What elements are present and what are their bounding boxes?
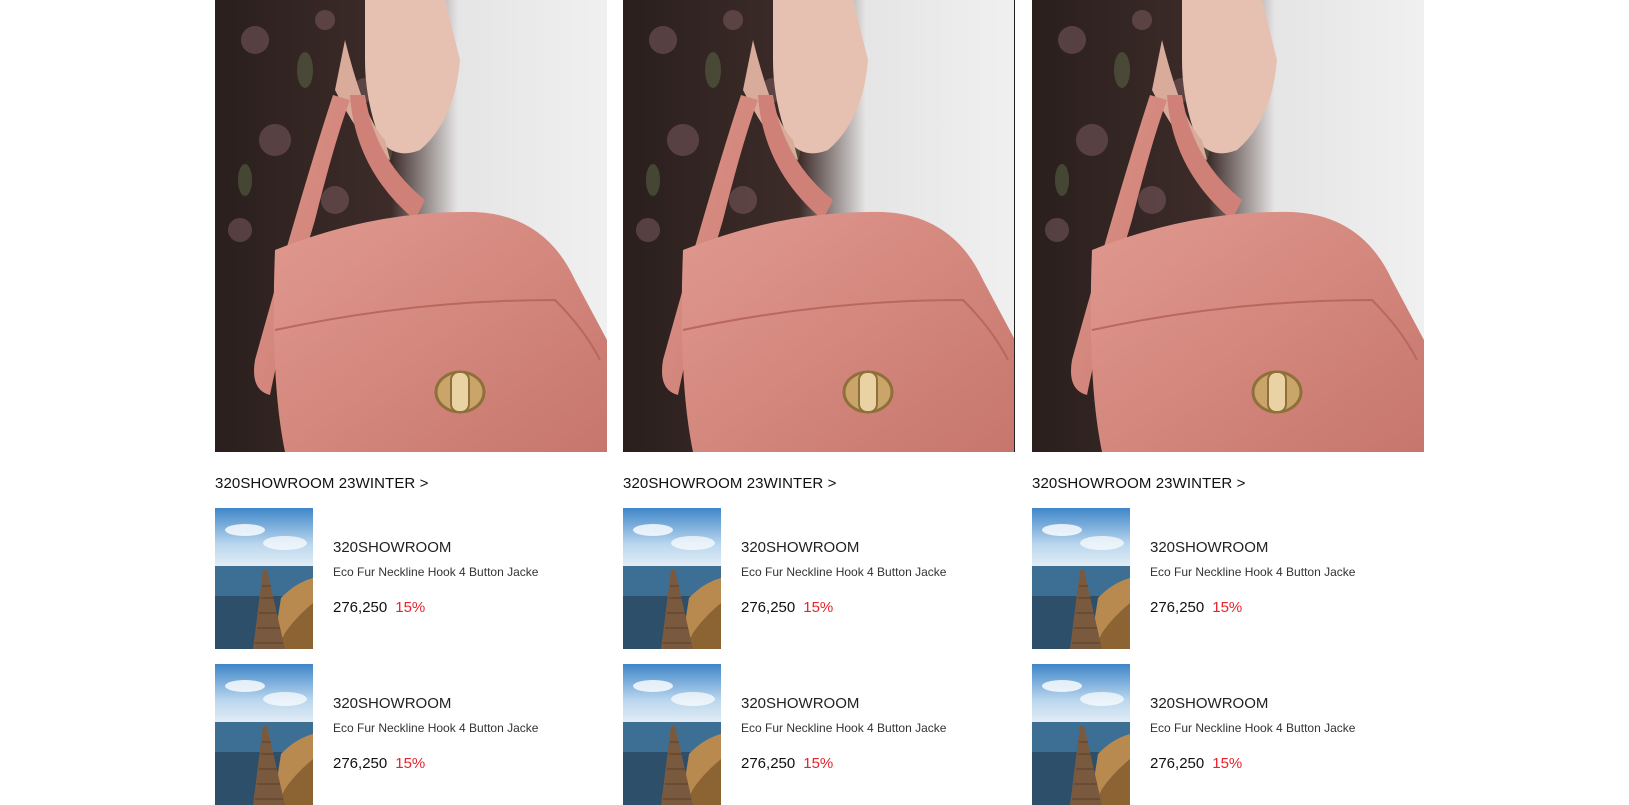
product-card[interactable]: 320SHOWROOM Eco Fur Neckline Hook 4 Butto… xyxy=(215,508,607,649)
hero-image-handbag[interactable] xyxy=(1032,0,1424,452)
product-price: 276,250 xyxy=(333,599,388,616)
product-brand: 320SHOWROOM xyxy=(333,539,452,556)
price-row: 276,250 15% xyxy=(741,599,833,617)
collection-link[interactable]: 320SHOWROOM 23WINTER > xyxy=(623,475,837,492)
product-name[interactable]: Eco Fur Neckline Hook 4 Button Jacke xyxy=(741,721,946,735)
product-column-3: 320SHOWROOM 23WINTER > 320SHOWROOM Eco Fu… xyxy=(1032,0,1424,805)
product-thumbnail[interactable] xyxy=(215,664,313,805)
product-card[interactable]: 320SHOWROOM Eco Fur Neckline Hook 4 Butto… xyxy=(215,664,607,805)
price-row: 276,250 15% xyxy=(333,599,425,617)
product-name[interactable]: Eco Fur Neckline Hook 4 Button Jacke xyxy=(333,721,538,735)
discount-rate: 15% xyxy=(803,755,834,772)
product-card[interactable]: 320SHOWROOM Eco Fur Neckline Hook 4 Butto… xyxy=(623,664,1015,805)
product-thumbnail[interactable] xyxy=(215,508,313,649)
product-name[interactable]: Eco Fur Neckline Hook 4 Button Jacke xyxy=(1150,721,1355,735)
product-card[interactable]: 320SHOWROOM Eco Fur Neckline Hook 4 Butto… xyxy=(1032,508,1424,649)
product-thumbnail[interactable] xyxy=(623,664,721,805)
discount-rate: 15% xyxy=(1212,755,1243,772)
product-name[interactable]: Eco Fur Neckline Hook 4 Button Jacke xyxy=(1150,565,1355,579)
product-price: 276,250 xyxy=(333,755,388,772)
collection-link[interactable]: 320SHOWROOM 23WINTER > xyxy=(215,475,429,492)
price-row: 276,250 15% xyxy=(1150,599,1242,617)
product-price: 276,250 xyxy=(1150,755,1205,772)
product-thumbnail[interactable] xyxy=(623,508,721,649)
product-name[interactable]: Eco Fur Neckline Hook 4 Button Jacke xyxy=(741,565,946,579)
price-row: 276,250 15% xyxy=(333,755,425,773)
product-card[interactable]: 320SHOWROOM Eco Fur Neckline Hook 4 Butto… xyxy=(1032,664,1424,805)
product-brand: 320SHOWROOM xyxy=(333,695,452,712)
price-row: 276,250 15% xyxy=(1150,755,1242,773)
product-price: 276,250 xyxy=(1150,599,1205,616)
discount-rate: 15% xyxy=(395,755,426,772)
collection-link[interactable]: 320SHOWROOM 23WINTER > xyxy=(1032,475,1246,492)
price-row: 276,250 15% xyxy=(741,755,833,773)
discount-rate: 15% xyxy=(1212,599,1243,616)
product-brand: 320SHOWROOM xyxy=(741,695,860,712)
hero-image-handbag[interactable] xyxy=(215,0,607,452)
product-name[interactable]: Eco Fur Neckline Hook 4 Button Jacke xyxy=(333,565,538,579)
product-brand: 320SHOWROOM xyxy=(1150,539,1269,556)
product-thumbnail[interactable] xyxy=(1032,508,1130,649)
discount-rate: 15% xyxy=(803,599,834,616)
product-brand: 320SHOWROOM xyxy=(741,539,860,556)
product-thumbnail[interactable] xyxy=(1032,664,1130,805)
column-divider xyxy=(1014,0,1015,452)
product-column-1: 320SHOWROOM 23WINTER > 320SHOWROOM Eco Fu… xyxy=(215,0,607,805)
product-card[interactable]: 320SHOWROOM Eco Fur Neckline Hook 4 Butto… xyxy=(623,508,1015,649)
discount-rate: 15% xyxy=(395,599,426,616)
product-brand: 320SHOWROOM xyxy=(1150,695,1269,712)
hero-image-handbag[interactable] xyxy=(623,0,1015,452)
product-price: 276,250 xyxy=(741,755,796,772)
product-price: 276,250 xyxy=(741,599,796,616)
product-column-2: 320SHOWROOM 23WINTER > 320SHOWROOM Eco Fu… xyxy=(623,0,1015,805)
